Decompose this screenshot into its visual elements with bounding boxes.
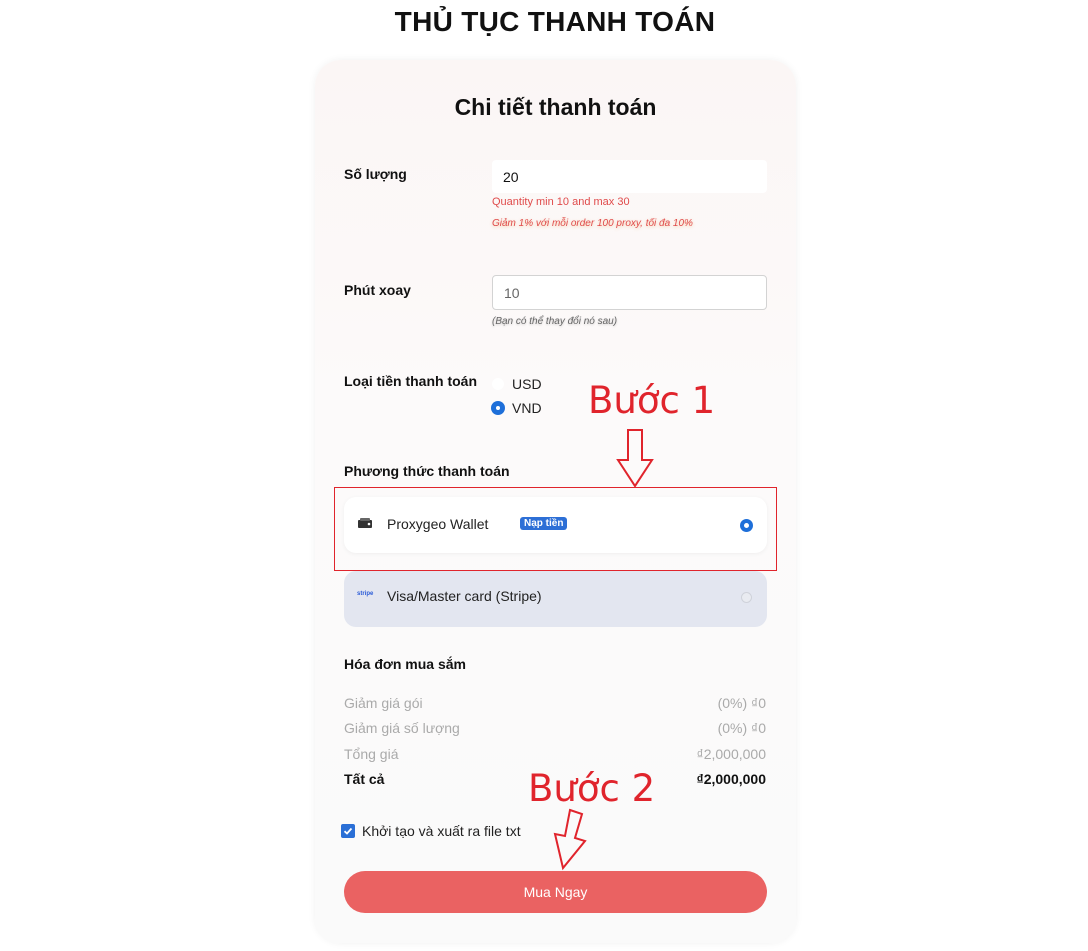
payment-method-label: Phương thức thanh toán	[344, 463, 510, 479]
export-label: Khởi tạo và xuất ra file txt	[362, 823, 521, 839]
invoice-row-subtotal: Tổng giá ₫2,000,000	[344, 746, 766, 762]
currency-option-usd[interactable]: USD	[492, 376, 542, 392]
step2-arrow-icon	[553, 808, 587, 871]
stripe-radio[interactable]	[741, 592, 752, 603]
vnd-label: VND	[512, 400, 542, 416]
check-icon	[343, 827, 353, 835]
rotate-input[interactable]: 10	[492, 275, 767, 310]
export-option[interactable]: Khởi tạo và xuất ra file txt	[341, 823, 521, 839]
step1-highlight-box	[334, 487, 777, 571]
currency-option-vnd[interactable]: VND	[492, 400, 542, 416]
vnd-radio[interactable]	[492, 402, 504, 414]
step2-label: Bước 2	[528, 767, 656, 810]
page-title: THỦ TỤC THANH TOÁN	[394, 6, 716, 37]
payment-option-stripe[interactable]: stripe Visa/Master card (Stripe)	[344, 571, 767, 627]
step1-arrow-icon	[616, 429, 654, 488]
card-title: Chi tiết thanh toán	[454, 94, 657, 120]
rotate-value: 10	[504, 284, 520, 301]
stripe-name: Visa/Master card (Stripe)	[387, 588, 542, 604]
quantity-label: Số lượng	[344, 166, 407, 182]
step1-label: Bước 1	[588, 379, 716, 422]
buy-now-label: Mua Ngay	[523, 884, 588, 900]
usd-label: USD	[512, 376, 542, 392]
buy-now-button[interactable]: Mua Ngay	[344, 871, 767, 913]
invoice-title: Hóa đơn mua sắm	[344, 656, 466, 672]
quantity-input[interactable]: 20	[492, 160, 767, 193]
stripe-icon: stripe	[357, 591, 374, 597]
export-checkbox[interactable]	[341, 824, 355, 838]
quantity-range-hint: Quantity min 10 and max 30	[492, 196, 630, 208]
invoice-row-quantity-discount: Giảm giá số lượng (0%) ₫0	[344, 720, 766, 736]
invoice-row-package-discount: Giảm giá gói (0%) ₫0	[344, 695, 766, 711]
discount-hint: Giảm 1% với mỗi order 100 proxy, tối đa …	[492, 218, 693, 229]
rotate-label: Phút xoay	[344, 282, 411, 298]
currency-label: Loại tiền thanh toán	[344, 373, 477, 389]
usd-radio[interactable]	[492, 378, 504, 390]
rotate-hint: (Bạn có thể thay đổi nó sau)	[492, 316, 618, 327]
quantity-value: 20	[503, 168, 519, 185]
